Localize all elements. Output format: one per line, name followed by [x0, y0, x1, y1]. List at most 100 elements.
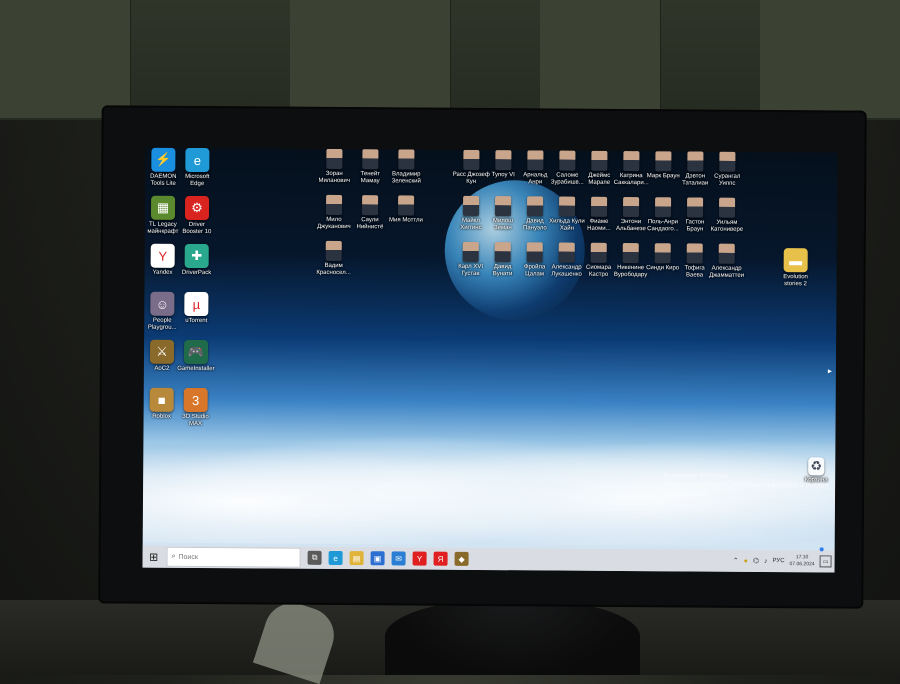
- person-photo-icon: [558, 242, 575, 263]
- 3ds-max-icon: 3: [183, 387, 208, 413]
- desktop-icon-label: AoC2: [154, 365, 170, 372]
- desktop-icon-label: Microsoft Edge: [185, 173, 210, 188]
- desktop-icon-label: 3D Studio MAX: [182, 413, 209, 428]
- desktop-icon-label: Зоран Миланович: [318, 170, 350, 185]
- search-input[interactable]: [175, 553, 279, 562]
- desktop-person-icon[interactable]: Мия Моттли: [383, 195, 429, 224]
- people-playground-icon: ☺: [150, 291, 175, 316]
- desktop-app-icon[interactable]: 3 3D Studio MAX: [172, 387, 218, 428]
- chevron-up-icon[interactable]: ⌃: [733, 557, 739, 565]
- aoc2-icon: ⚔: [149, 339, 175, 364]
- desktop-icon-label: Александр Джамматтеи: [709, 265, 745, 279]
- taskbar-edge-icon[interactable]: e: [328, 550, 343, 566]
- person-photo-icon: [719, 151, 736, 172]
- taskbar: ⊞ ⌕ ⧉ e ▤ ▣ ✉ YЯ ◆ ⌃ ● ⌬ ♪ РУС 17:10 07.06.202…: [142, 545, 835, 573]
- driverpack-icon: ✚: [184, 243, 209, 269]
- person-photo-icon: [325, 240, 342, 262]
- person-photo-icon: [494, 196, 512, 217]
- person-photo-icon: [718, 197, 736, 218]
- clock[interactable]: 17:10 07.06.2024: [790, 554, 815, 568]
- language-indicator[interactable]: РУС: [773, 558, 785, 564]
- desktop-icon-label: Roblox: [152, 413, 171, 420]
- desktop-icon-label: Вадим Красносел...: [316, 262, 351, 277]
- person-photo-icon: [494, 242, 511, 263]
- yandex-icon: Y: [150, 243, 175, 268]
- utorrent-icon: µ: [184, 291, 209, 317]
- taskbar-task-view-icon[interactable]: ⧉: [307, 550, 322, 565]
- person-photo-icon: [591, 150, 608, 171]
- volume-icon[interactable]: ♪: [764, 557, 768, 564]
- desktop-folder[interactable]: ▬ Evolution stories 2: [772, 248, 818, 288]
- mouse-cursor-icon: ▸: [827, 366, 832, 376]
- desktop-app-icon[interactable]: e Microsoft Edge: [174, 147, 220, 188]
- notification-app-icon[interactable]: ●: [744, 557, 748, 564]
- desktop-icon-label: Yandex: [152, 269, 173, 276]
- desktop-screen: ⚡ DAEMON Tools Lite e Microsoft Edge ▦ TL Leg…: [142, 147, 838, 573]
- taskbar-yandex-icon[interactable]: Y: [412, 551, 427, 566]
- network-icon[interactable]: ⌬: [753, 557, 759, 565]
- clock-time: 17:10: [795, 554, 809, 561]
- person-photo-icon: [559, 150, 576, 171]
- person-photo-icon: [558, 196, 576, 217]
- search-box[interactable]: ⌕: [166, 546, 301, 568]
- person-photo-icon: [526, 196, 544, 217]
- person-photo-icon: [654, 243, 671, 264]
- person-photo-icon: [362, 149, 379, 170]
- desktop-icon-label: Мия Моттли: [389, 217, 423, 224]
- desktop-app-icon[interactable]: µ uTorrent: [173, 291, 219, 325]
- power-led: [819, 547, 824, 552]
- desktop-person-icon[interactable]: Вадим Красносел...: [311, 240, 357, 277]
- driver-booster-icon: ⚙: [184, 195, 210, 221]
- system-tray: ⌃ ● ⌬ ♪ РУС 17:10 07.06.2024 ▭: [733, 550, 835, 573]
- start-button[interactable]: ⊞: [143, 546, 165, 568]
- desktop-icon-label: Мило Джуканович: [317, 216, 351, 231]
- desktop-icon-label: Джеймс Марапе: [588, 172, 611, 186]
- desktop-person-icon[interactable]: Владимир Зеленский: [383, 149, 429, 185]
- desktop-app-icon[interactable]: 🎮 GameInstaller: [173, 339, 219, 373]
- minecraft-icon: ▦: [150, 195, 176, 220]
- desktop-person-icon[interactable]: Уильям Катонивере: [704, 197, 750, 234]
- desktop-app-icon[interactable]: ⚙ Driver Booster 10: [174, 195, 220, 236]
- desktop-icon-label: Милош Земан: [492, 218, 514, 232]
- person-photo-icon: [590, 196, 608, 217]
- person-photo-icon: [462, 241, 479, 262]
- clock-date: 07.06.2024: [789, 561, 815, 568]
- taskbar-app-icon[interactable]: ◆: [454, 551, 469, 566]
- desktop-icon-label: Давид Вунати: [492, 264, 513, 278]
- edge-icon: e: [185, 147, 210, 173]
- person-photo-icon: [361, 195, 379, 216]
- taskbar-store-icon[interactable]: ▣: [370, 551, 385, 566]
- taskbar-file-explorer-icon[interactable]: ▤: [349, 551, 364, 566]
- person-photo-icon: [326, 148, 343, 170]
- desktop-icon-label: Майкл Хиггинс: [460, 217, 482, 231]
- person-photo-icon: [325, 194, 343, 216]
- person-photo-icon: [527, 150, 544, 171]
- person-photo-icon: [687, 151, 704, 172]
- desktop-person-icon[interactable]: Сурангал Уиппс: [704, 151, 750, 188]
- person-photo-icon: [654, 197, 672, 218]
- desktop-icon-label: Уильям Катонивере: [710, 219, 744, 233]
- desktop-icon-label: Сурангал Уиппс: [714, 173, 741, 187]
- desktop-icon-label: Driver Booster 10: [182, 221, 212, 236]
- roblox-icon: ■: [149, 387, 174, 412]
- desktop-people-right: Расс Джозеф Кун Тупоу VI Арнальд Анри Салом…: [145, 148, 837, 279]
- person-photo-icon: [686, 243, 703, 264]
- desktop-app-icon[interactable]: ✚ DriverPack: [174, 243, 220, 277]
- person-photo-icon: [526, 242, 543, 263]
- desktop-icon-label: uTorrent: [185, 317, 208, 325]
- background-panel: [290, 0, 451, 118]
- folder-icon: ▬: [783, 248, 808, 273]
- game-installer-icon: 🎮: [183, 339, 209, 365]
- desktop-icon-label: DAEMON Tools Lite: [150, 173, 177, 187]
- desktop-icon-label: GameInstaller: [177, 365, 215, 373]
- background-panel: [540, 0, 661, 118]
- notification-center-icon[interactable]: ▭: [819, 555, 832, 568]
- person-photo-icon: [398, 149, 415, 170]
- desktop-person-icon[interactable]: Александр Джамматтеи: [704, 243, 750, 280]
- person-photo-icon: [623, 150, 640, 172]
- desktop-icon-label: Evolution stories 2: [783, 274, 808, 288]
- taskbar-mail-icon[interactable]: ✉: [391, 551, 406, 566]
- taskbar-yandex-browser-icon[interactable]: Я: [433, 551, 448, 566]
- activation-watermark: Активация Windows Чтобы активировать Win…: [663, 472, 829, 498]
- monitor: ⚡ DAEMON Tools Lite e Microsoft Edge ▦ TL Leg…: [98, 105, 867, 609]
